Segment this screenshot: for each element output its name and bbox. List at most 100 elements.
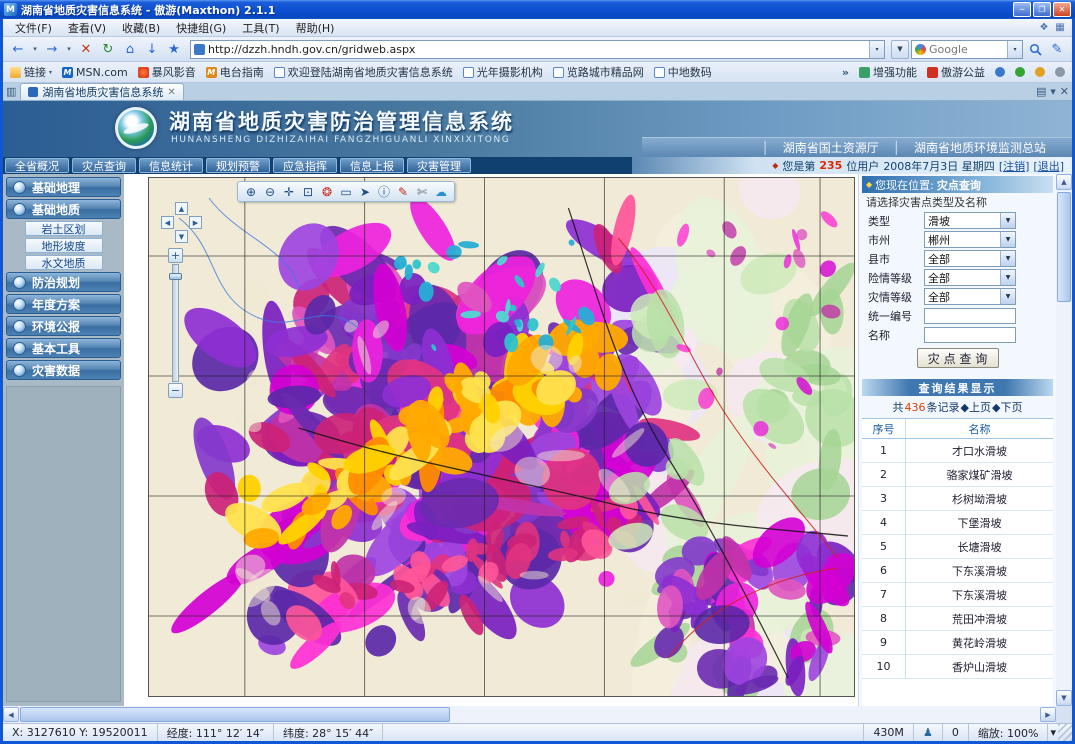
uid-input[interactable]	[924, 308, 1016, 324]
vertical-scroll-thumb[interactable]	[1057, 192, 1071, 302]
type-select[interactable]: 滑坡▼	[924, 212, 1016, 229]
menu-view[interactable]: 查看(V)	[60, 19, 114, 37]
menu-file[interactable]: 文件(F)	[7, 19, 60, 37]
forward-icon[interactable]: →	[42, 40, 62, 59]
link-welcome-system[interactable]: 欢迎登陆湖南省地质灾害信息系统	[274, 64, 453, 80]
go-button[interactable]: ▼	[891, 40, 909, 59]
map-zoom-out-button[interactable]: ⊖	[261, 183, 279, 200]
tabbar-dropdown-icon[interactable]: ▼	[1050, 88, 1055, 96]
link-photo-agency[interactable]: 光年摄影机构	[463, 64, 543, 80]
map-zoom-in-button[interactable]: ⊕	[242, 183, 260, 200]
links-more-icon[interactable]: »	[842, 66, 849, 79]
geological-map[interactable]	[149, 178, 854, 696]
tab-list-icon[interactable]: ▥	[6, 85, 16, 98]
sidebar-subitem-rock-soil-zoning[interactable]: 岩土区划	[25, 221, 103, 236]
link-msn[interactable]: MMSN.com	[62, 66, 128, 79]
minimize-button[interactable]: ─	[1013, 2, 1031, 17]
map-pan-button[interactable]: ✛	[280, 183, 298, 200]
tab-emergency-command[interactable]: 应急指挥	[273, 158, 337, 173]
download-icon[interactable]: ↓	[142, 40, 162, 59]
map-zoom-slider[interactable]: + −	[167, 248, 184, 398]
tab-province-overview[interactable]: 全省概况	[5, 158, 69, 173]
chevron-down-icon[interactable]: ▼	[1000, 270, 1015, 285]
map-zoom-box-button[interactable]: ⊡	[299, 183, 317, 200]
feed-icon[interactable]	[1015, 67, 1025, 77]
window-titlebar[interactable]: M 湖南省地质灾害信息系统 - 傲游(Maxthon) 2.1.1 ─ ❐ ✕	[0, 0, 1075, 19]
tab-close-icon[interactable]: ✕	[167, 87, 175, 98]
result-row[interactable]: 8荒田冲滑坡	[862, 607, 1053, 631]
menu-favorites[interactable]: 收藏(B)	[114, 19, 168, 37]
scroll-up-icon[interactable]: ▲	[1056, 174, 1072, 190]
map-weather-button[interactable]: ☁	[432, 183, 450, 200]
scroll-left-icon[interactable]: ◀	[3, 707, 19, 722]
map-identify-button[interactable]: ⓘ	[375, 183, 393, 200]
links-root[interactable]: 链接▾	[10, 64, 52, 80]
city-select[interactable]: 郴州▼	[924, 231, 1016, 248]
search-icon[interactable]	[1025, 40, 1045, 59]
tab-info-statistics[interactable]: 信息统计	[139, 158, 203, 173]
pan-up-button[interactable]: ▲	[175, 202, 188, 215]
link-enhanced-features[interactable]: 增强功能	[859, 64, 917, 80]
chevron-down-icon[interactable]: ▼	[1000, 213, 1015, 228]
download-count[interactable]: 0	[943, 724, 969, 741]
link-storm-player[interactable]: 暴风影音	[138, 64, 196, 80]
address-dropdown-icon[interactable]: ▾	[869, 41, 884, 58]
slider-thumb[interactable]	[169, 273, 182, 280]
close-button[interactable]: ✕	[1053, 2, 1071, 17]
map-canvas[interactable]: ⊕ ⊖ ✛ ⊡ ❂ ▭ ➤ ⓘ ✎ ✄ ☁ ▲ ◀ ▶ ▼ + −	[148, 177, 855, 697]
stop-icon[interactable]: ✕	[76, 40, 96, 59]
map-measure-button[interactable]: ✎	[394, 183, 412, 200]
result-row[interactable]: 1才口水滑坡	[862, 439, 1053, 463]
county-select[interactable]: 全部▼	[924, 250, 1016, 267]
danger-level-select[interactable]: 全部▼	[924, 269, 1016, 286]
address-bar[interactable]: ▾	[190, 40, 885, 59]
result-row[interactable]: 6下东溪滑坡	[862, 559, 1053, 583]
sidebar-item-prevention-planning[interactable]: 防治规划	[6, 272, 121, 292]
user-icon[interactable]	[1035, 67, 1045, 77]
sidebar-item-basic-geology[interactable]: 基础地质	[6, 199, 121, 219]
zoom-dropdown-icon[interactable]: ▾	[1048, 724, 1058, 741]
tabbar-close-icon[interactable]: ✕	[1060, 85, 1069, 98]
tab-disaster-management[interactable]: 灾害管理	[407, 158, 471, 173]
edit-icon[interactable]: ✎	[1047, 40, 1067, 59]
back-dropdown-icon[interactable]: ▾	[30, 40, 40, 59]
prev-page-link[interactable]: ◆上页	[961, 399, 991, 415]
back-icon[interactable]: ←	[8, 40, 28, 59]
tab-planning-warning[interactable]: 规划预警	[206, 158, 270, 173]
result-row[interactable]: 5长塘滑坡	[862, 535, 1053, 559]
name-input[interactable]	[924, 327, 1016, 343]
menu-help[interactable]: 帮助(H)	[288, 19, 343, 37]
slider-zoom-in-button[interactable]: +	[168, 248, 183, 263]
tab-panels-icon[interactable]: ▤	[1036, 85, 1046, 98]
user-status-icon[interactable]: ♟	[914, 724, 943, 741]
pan-left-button[interactable]: ◀	[161, 216, 174, 229]
tab-disaster-query[interactable]: 灾点查询	[72, 158, 136, 173]
slider-track[interactable]	[172, 264, 179, 382]
community-icon[interactable]	[995, 67, 1005, 77]
disaster-level-select[interactable]: 全部▼	[924, 288, 1016, 305]
result-row[interactable]: 4下堡滑坡	[862, 511, 1053, 535]
link-zhongdi-digital[interactable]: 中地数码	[654, 64, 712, 80]
map-erase-button[interactable]: ✄	[413, 183, 431, 200]
result-row[interactable]: 2骆家煤矿滑坡	[862, 463, 1053, 487]
link-land-resources-dept[interactable]: 湖南省国土资源厅	[769, 139, 893, 156]
maximize-button[interactable]: ❐	[1033, 2, 1051, 17]
layout-grid-icon[interactable]: ▦	[1052, 22, 1068, 33]
link-geo-env-monitoring-station[interactable]: 湖南省地质环境监测总站	[900, 139, 1060, 156]
next-page-link[interactable]: ◆下页	[992, 399, 1022, 415]
home-icon[interactable]: ⌂	[120, 40, 140, 59]
menu-tools[interactable]: 工具(T)	[234, 19, 287, 37]
link-city-site[interactable]: 览路城市精品网	[553, 64, 644, 80]
horizontal-scrollbar[interactable]: ◀ ▶	[3, 706, 1056, 723]
pan-right-button[interactable]: ▶	[189, 216, 202, 229]
refresh-icon[interactable]: ↻	[98, 40, 118, 59]
sidebar-item-annual-plan[interactable]: 年度方案	[6, 294, 121, 314]
sidebar-subitem-hydrogeology[interactable]: 水文地质	[25, 255, 103, 270]
vertical-scrollbar[interactable]: ▲ ▼	[1056, 174, 1072, 706]
result-row[interactable]: 9黄花岭滑坡	[862, 631, 1053, 655]
chevron-down-icon[interactable]: ▼	[1000, 289, 1015, 304]
link-maxthon-charity[interactable]: 傲游公益	[927, 64, 985, 80]
exit-link[interactable]: [退出]	[1033, 158, 1064, 174]
zoom-level[interactable]: 缩放: 100%	[969, 724, 1049, 741]
link-radio-guide[interactable]: M电台指南	[206, 64, 264, 80]
